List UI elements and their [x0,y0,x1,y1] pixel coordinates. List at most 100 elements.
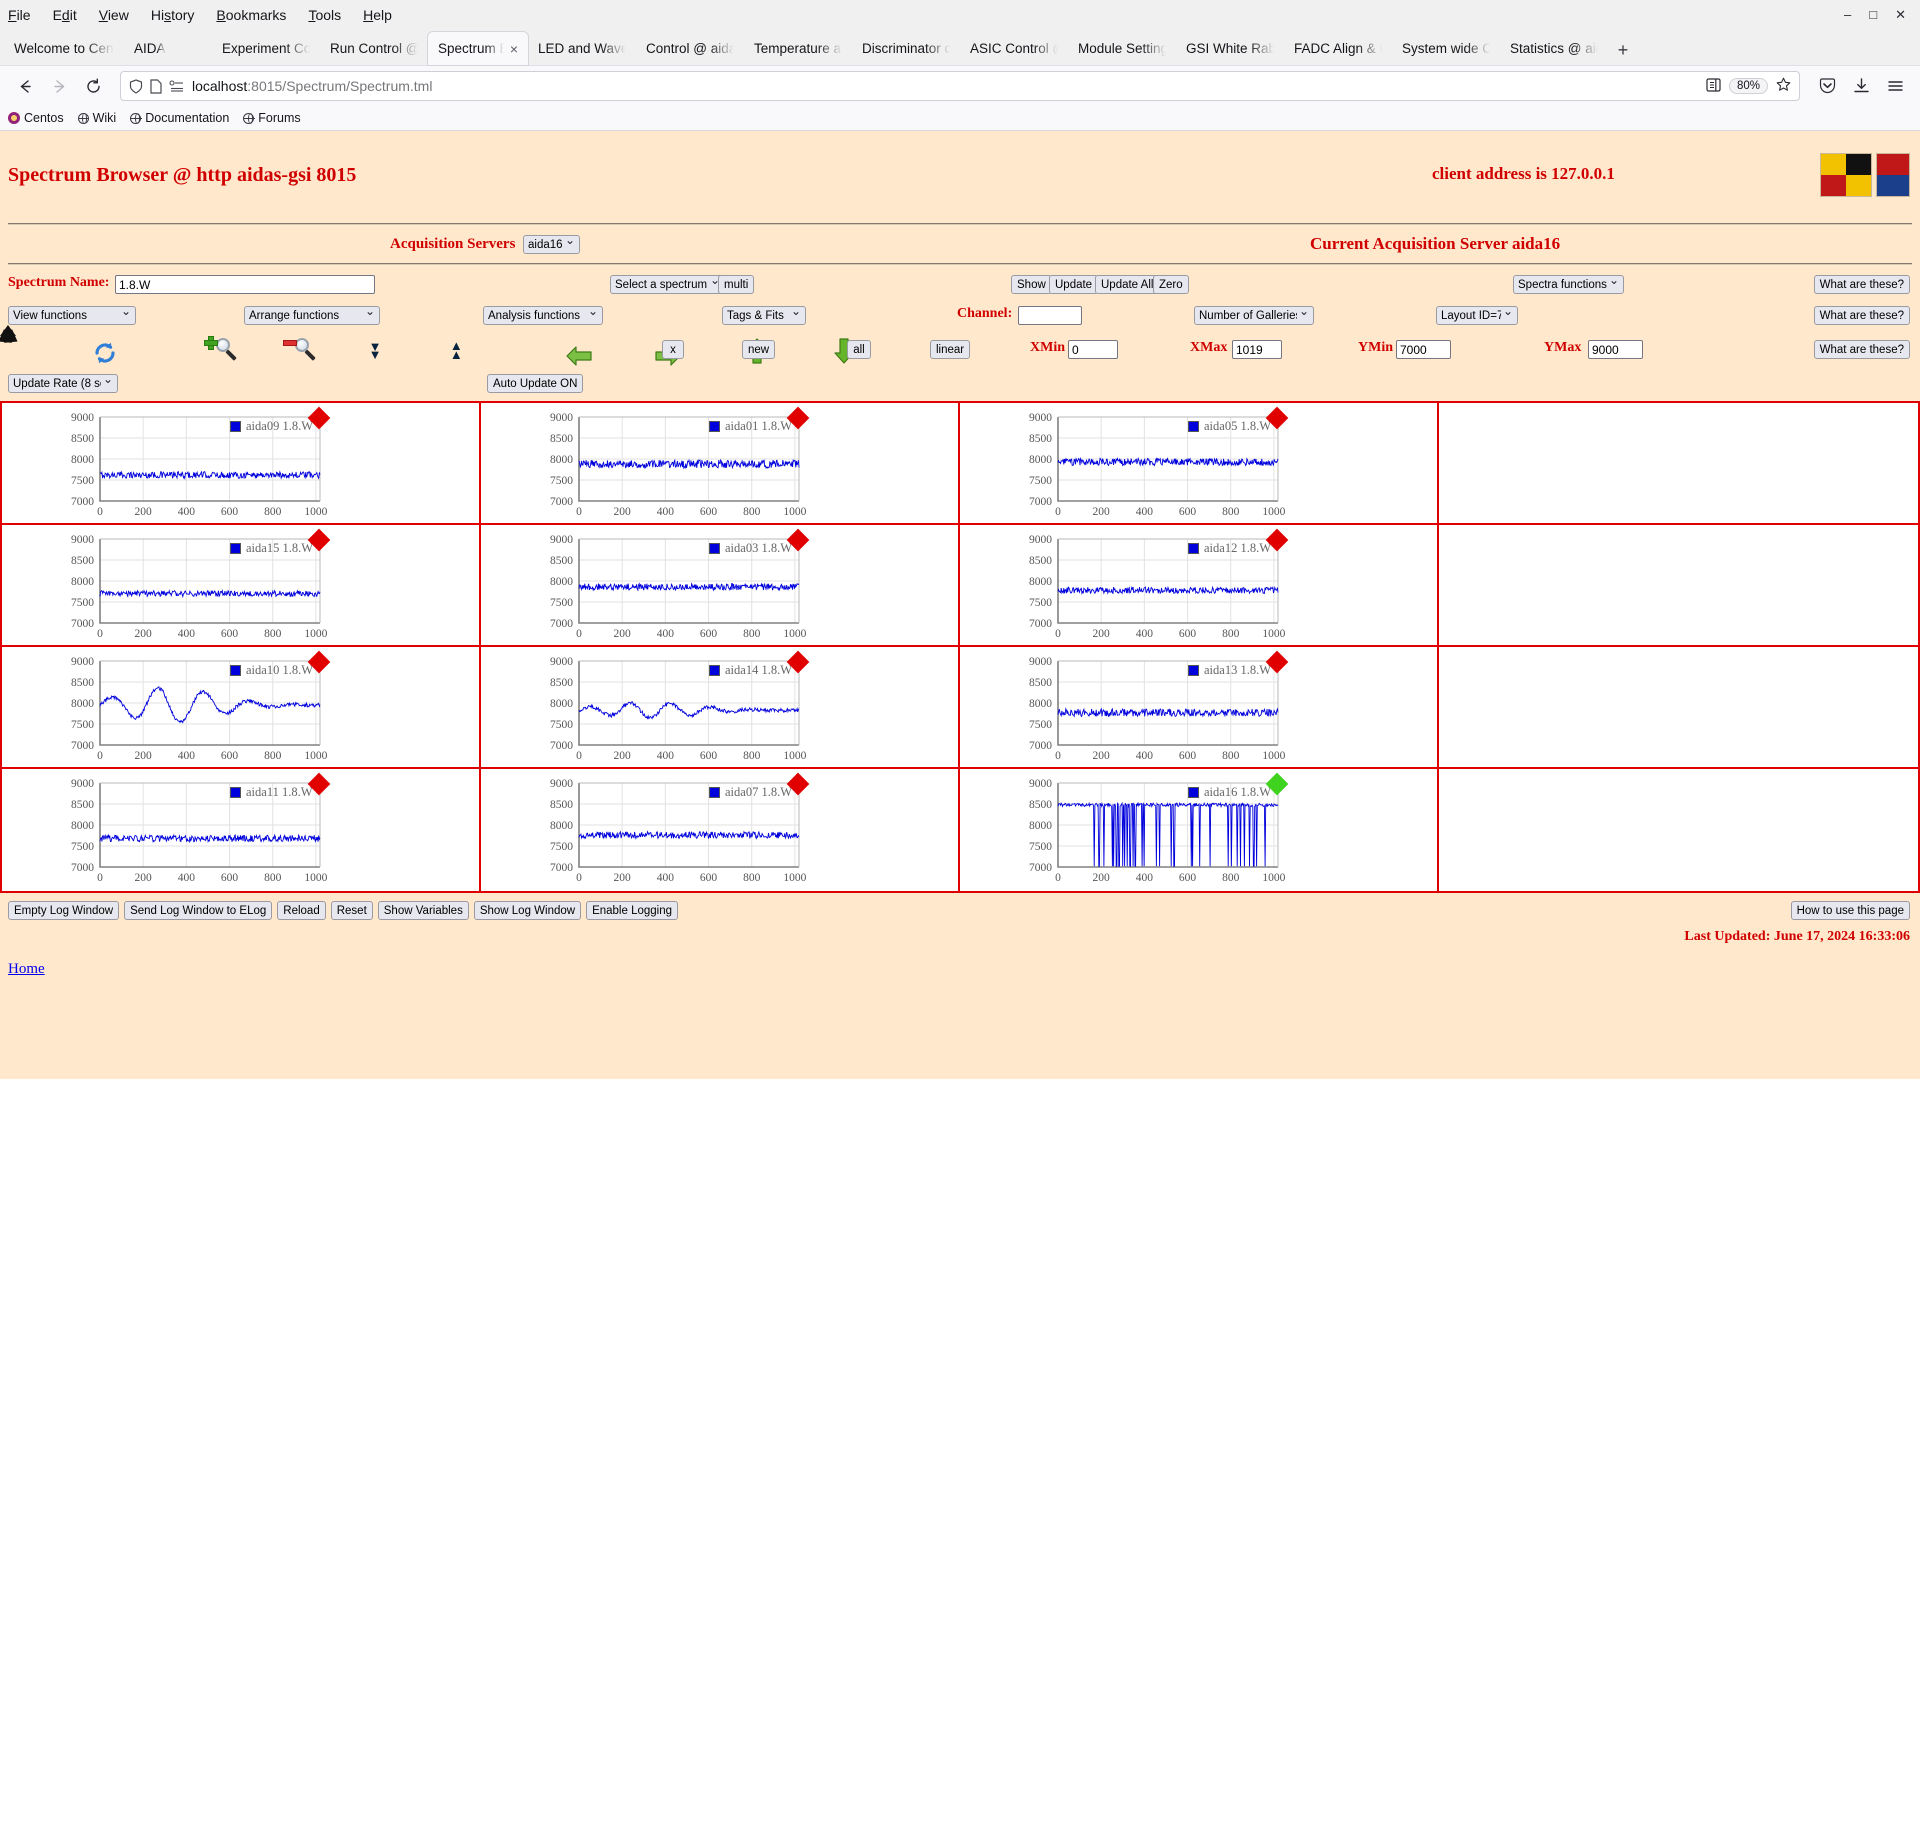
browser-tab-1[interactable]: AIDA [124,32,212,65]
browser-tab-4[interactable]: Spectrum Bro × [428,32,528,65]
show-button[interactable]: Show [1011,275,1052,294]
xmax-input[interactable] [1232,340,1282,359]
reader-mode-icon[interactable] [1706,77,1721,95]
empty-log-window-button[interactable]: Empty Log Window [8,901,120,920]
browser-tab-8[interactable]: Discriminator co [852,32,960,65]
number-of-galleries-dropdown[interactable]: Number of Galleries [1194,306,1314,325]
window-maximize-button[interactable]: □ [1869,7,1877,23]
shrink-vertical-icon[interactable]: ▼ ▼ [369,337,403,365]
forward-button[interactable] [44,71,74,101]
browser-tab-5[interactable]: LED and Wavefo [528,32,636,65]
analysis-functions-wrap[interactable]: Analysis functions [483,304,603,325]
bookmark-wiki[interactable]: Wiki [77,111,116,125]
arrange-functions-wrap[interactable]: Arrange functions [244,304,380,325]
address-bar[interactable]: localhost:8015/Spectrum/Spectrum.tml 80% [120,71,1800,101]
zoom-level-badge[interactable]: 80% [1728,78,1768,94]
browser-tab-11[interactable]: GSI White Rabbi [1176,32,1284,65]
tab-close-icon[interactable]: × [510,42,518,56]
what-are-these-button-2[interactable]: What are these? [1813,306,1910,325]
gallery-cell-r1c3[interactable]: 7000 7500 8000 8500 9000 0 200 400 600 800 1000 aid… [960,403,1439,525]
ymax-input[interactable] [1588,340,1643,359]
browser-tab-7[interactable]: Temperature an [744,32,852,65]
menu-view[interactable]: View [99,7,129,23]
gallery-cell-r4c1[interactable]: 7000 7500 8000 8500 9000 0 200 400 600 800 1000 aid… [2,769,481,891]
gallery-cell-r1c1[interactable]: 7000 7500 8000 8500 9000 0 200 400 600 800 1000 aid… [2,403,481,525]
gallery-cell-r2c4[interactable] [1439,525,1918,647]
layout-id-dropdown[interactable]: Layout ID=7 [1436,306,1518,325]
view-functions-wrap[interactable]: View functions [8,304,136,325]
xmin-input[interactable] [1068,340,1118,359]
acquisition-server-select-wrap[interactable]: aida16 [523,233,580,254]
bookmark-centos[interactable]: Centos [8,111,64,125]
scale-button[interactable]: linear [930,340,971,359]
browser-tab-13[interactable]: System wide Ch [1392,32,1500,65]
new-tab-button[interactable]: + [1608,35,1638,65]
gallery-cell-r4c2[interactable]: 7000 7500 8000 8500 9000 0 200 400 600 800 1000 aid… [481,769,960,891]
gallery-cell-r3c2[interactable]: 7000 7500 8000 8500 9000 0 200 400 600 800 1000 aid… [481,647,960,769]
menu-tools[interactable]: Tools [308,7,341,23]
bookmark-star-icon[interactable] [1776,77,1791,95]
radiation-icon[interactable] [0,325,36,364]
select-spectrum-dropdown[interactable]: Select a spectrum [610,275,725,294]
gallery-cell-r3c3[interactable]: 7000 7500 8000 8500 9000 0 200 400 600 800 1000 aid… [960,647,1439,769]
show-variables-button[interactable]: Show Variables [377,901,469,920]
send-log-to-elog-button[interactable]: Send Log Window to ELog [124,901,273,920]
update-rate-dropdown[interactable]: Update Rate (8 secs) [8,374,118,393]
reset-button[interactable]: Reset [330,901,373,920]
tracking-protection-icon[interactable] [169,79,185,93]
update-all-button[interactable]: Update All [1095,275,1160,294]
analysis-functions-dropdown[interactable]: Analysis functions [483,306,603,325]
browser-tab-9[interactable]: ASIC Control @ [960,32,1068,65]
gallery-cell-r4c3[interactable]: 7000 7500 8000 8500 9000 0 200 400 600 800 1000 aid… [960,769,1439,891]
tags-and-fits-dropdown[interactable]: Tags & Fits [722,306,806,325]
downloads-icon[interactable] [1846,71,1876,101]
browser-tab-14[interactable]: Statistics @ aida [1500,32,1608,65]
x-button[interactable]: x [662,340,684,359]
home-link[interactable]: Home [8,961,45,978]
spectra-functions-dropdown[interactable]: Spectra functions [1513,275,1624,294]
app-menu-icon[interactable] [1880,71,1910,101]
ymin-input[interactable] [1396,340,1451,359]
select-spectrum-wrap[interactable]: Select a spectrum [610,273,725,294]
browser-tab-3[interactable]: Run Control @ a [320,32,428,65]
zero-button[interactable]: Zero [1153,275,1189,294]
menu-file[interactable]: File [8,7,31,23]
number-of-galleries-wrap[interactable]: Number of Galleries [1194,304,1314,325]
gallery-cell-r2c1[interactable]: 7000 7500 8000 8500 9000 0 200 400 600 800 1000 aid… [2,525,481,647]
refresh-icon[interactable] [93,341,121,369]
browser-tab-12[interactable]: FADC Align & C [1284,32,1392,65]
gallery-cell-r1c4[interactable] [1439,403,1918,525]
enable-logging-button[interactable]: Enable Logging [586,901,679,920]
update-button[interactable]: Update [1049,275,1099,294]
menu-edit[interactable]: Edit [53,7,77,23]
pocket-save-icon[interactable] [1812,71,1842,101]
all-button[interactable]: all [847,340,871,359]
what-are-these-button-3[interactable]: What are these? [1813,340,1910,359]
browser-tab-6[interactable]: Control @ aidas [636,32,744,65]
reload-button[interactable]: Reload [277,901,326,920]
acquisition-server-select[interactable]: aida16 [523,234,580,254]
reload-button[interactable] [78,71,108,101]
what-are-these-button-1[interactable]: What are these? [1813,275,1910,294]
menu-history[interactable]: History [151,7,195,23]
gallery-cell-r3c1[interactable]: 7000 7500 8000 8500 9000 0 200 400 600 800 1000 aid… [2,647,481,769]
gallery-cell-r2c2[interactable]: 7000 7500 8000 8500 9000 0 200 400 600 800 1000 aid… [481,525,960,647]
window-close-button[interactable]: ✕ [1895,7,1906,23]
zoom-in-icon[interactable] [203,336,243,365]
menu-bookmarks[interactable]: Bookmarks [216,7,286,23]
browser-tab-0[interactable]: Welcome to Cen [4,32,124,65]
menu-help[interactable]: Help [363,7,392,23]
zoom-out-icon[interactable] [282,337,322,365]
view-functions-dropdown[interactable]: View functions [8,306,136,325]
expand-vertical-icon[interactable]: ▲ ▲ [450,337,484,365]
back-button[interactable] [10,71,40,101]
channel-input[interactable] [1018,306,1082,325]
bookmark-forums[interactable]: Forums [243,111,301,125]
window-minimize-button[interactable]: – [1844,7,1851,23]
gallery-cell-r3c4[interactable] [1439,647,1918,769]
spectra-functions-wrap[interactable]: Spectra functions [1513,273,1624,294]
new-button[interactable]: new [742,340,776,359]
gallery-cell-r4c4[interactable] [1439,769,1918,891]
how-to-use-button[interactable]: How to use this page [1790,901,1910,920]
tags-and-fits-wrap[interactable]: Tags & Fits [722,304,806,325]
